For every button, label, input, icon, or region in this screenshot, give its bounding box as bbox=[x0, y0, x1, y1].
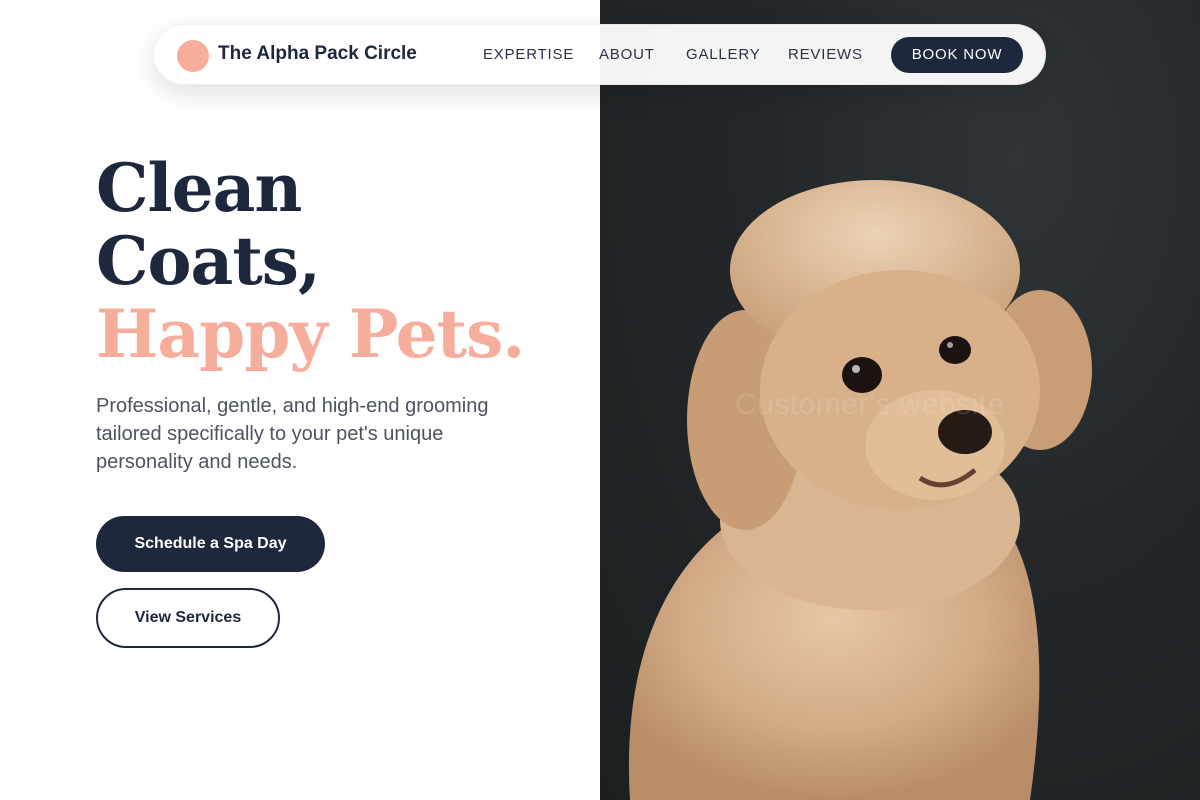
hero-subtitle: Professional, gentle, and high-end groom… bbox=[96, 395, 489, 473]
view-services-button[interactable]: View Services bbox=[96, 588, 280, 648]
nav-link-expertise[interactable]: EXPERTISE bbox=[483, 46, 574, 63]
book-now-button[interactable]: BOOK NOW bbox=[891, 37, 1023, 73]
top-nav: The Alpha Pack Circle EXPERTISE ABOUT GA… bbox=[153, 24, 1046, 85]
logo-icon[interactable] bbox=[177, 40, 209, 72]
headline-accent: Happy Pets. bbox=[96, 295, 525, 373]
hero-photo: Customer's website bbox=[600, 0, 1200, 800]
headline-line-1: Clean bbox=[96, 149, 302, 227]
nav-link-reviews[interactable]: REVIEWS bbox=[788, 46, 863, 63]
hero-headline: Clean Coats, Happy Pets. bbox=[96, 149, 525, 373]
nav-link-about[interactable]: ABOUT bbox=[599, 46, 655, 63]
headline-line-2: Coats, bbox=[96, 222, 321, 300]
brand-name[interactable]: The Alpha Pack Circle bbox=[218, 43, 417, 65]
photo-watermark: Customer's website bbox=[735, 388, 1005, 421]
nav-link-gallery[interactable]: GALLERY bbox=[686, 46, 761, 63]
schedule-spa-day-button[interactable]: Schedule a Spa Day bbox=[96, 516, 325, 572]
